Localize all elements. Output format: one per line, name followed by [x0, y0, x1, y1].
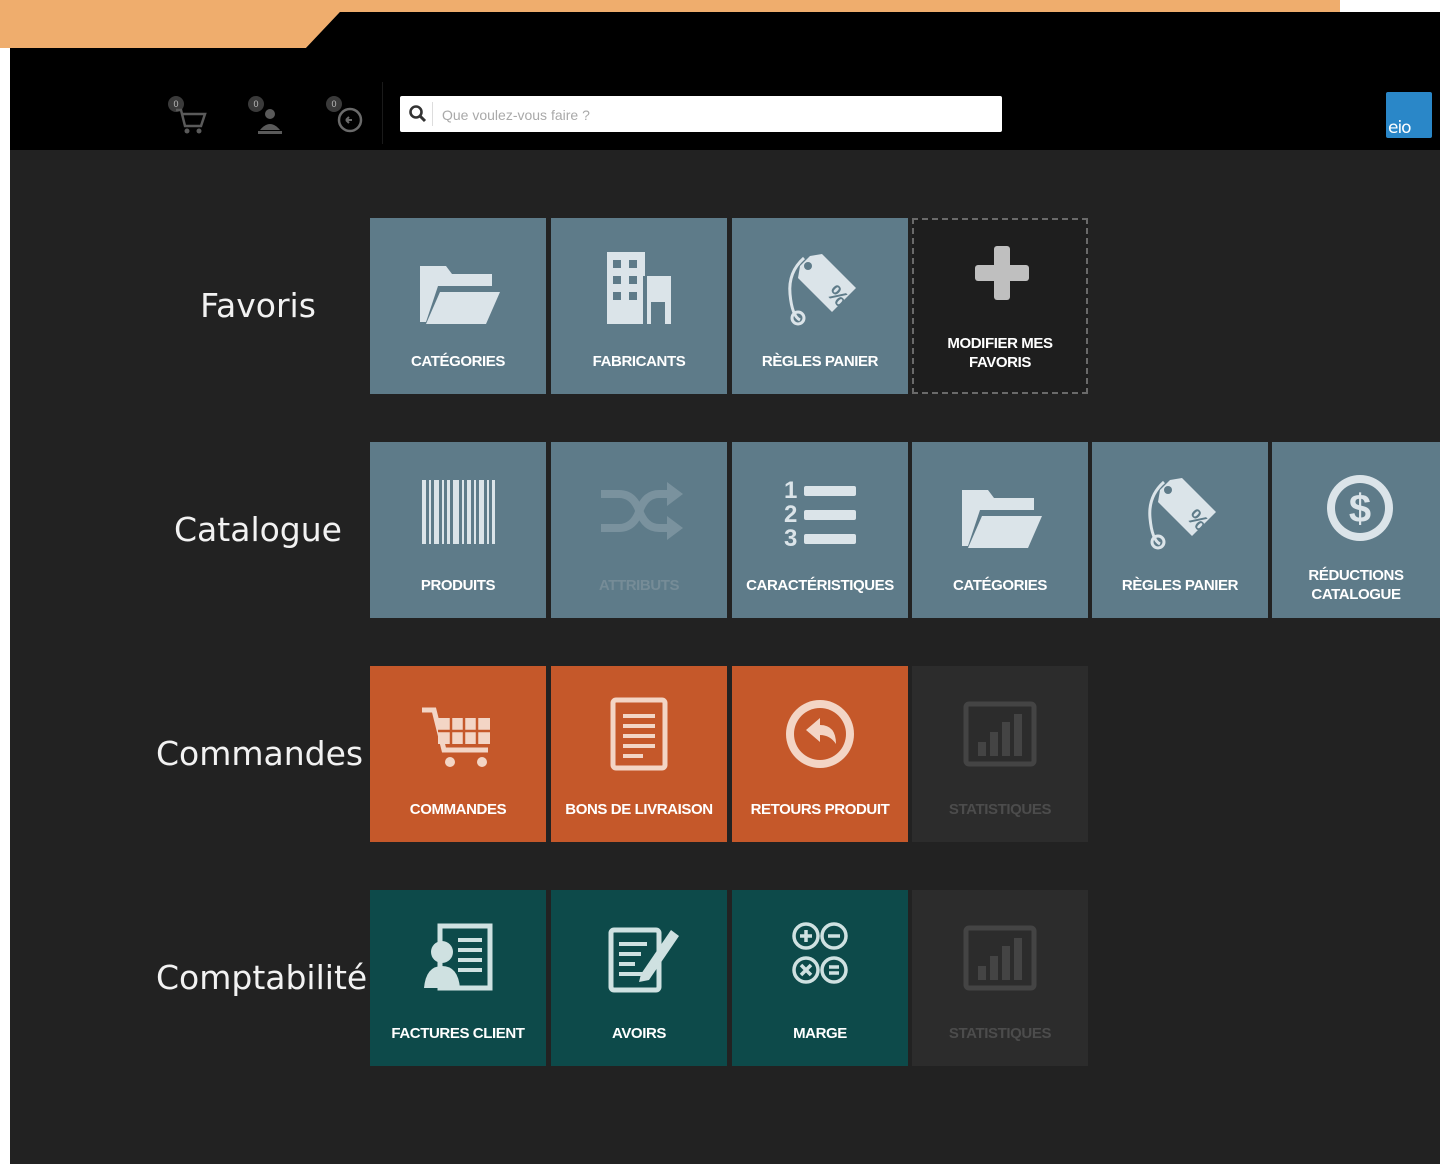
price-tag-icon: % [1148, 478, 1216, 550]
price-tag-icon: % [788, 254, 856, 326]
quick-customer-button[interactable]: 0 [248, 96, 292, 140]
document-icon [610, 697, 668, 771]
tile-label: AVOIRS [612, 1024, 666, 1042]
tile-label: RETOURS PRODUIT [750, 800, 890, 818]
tile-catalogue-caracteristiques[interactable]: 123 CARACTÉRISTIQUES [732, 442, 908, 618]
section-label-favoris: Favoris [200, 286, 316, 325]
tile-label: PRODUITS [420, 576, 496, 594]
tile-label: CATÉGORIES [952, 576, 1048, 594]
tile-label: CARACTÉRISTIQUES [746, 576, 894, 594]
toolbar-divider [382, 82, 383, 144]
search-input[interactable] [440, 100, 984, 130]
section-label-commandes: Commandes [156, 734, 364, 773]
tile-label: CATÉGORIES [410, 352, 506, 370]
tile-catalogue-reductions[interactable]: $ RÉDUCTIONS CATALOGUE [1272, 442, 1440, 618]
tile-label: STATISTIQUES [948, 800, 1052, 818]
quick-cart-button[interactable]: 0 [168, 96, 212, 140]
tile-label: RÉDUCTIONS CATALOGUE [1308, 567, 1404, 603]
tile-commandes-statistiques[interactable]: STATISTIQUES [912, 666, 1088, 842]
dashboard-screen: 0 0 0 Que voulez-vous faire ? eio Favori… [10, 12, 1440, 1164]
bar-chart-icon [963, 701, 1037, 767]
tile-comptabilite-statistiques[interactable]: STATISTIQUES [912, 890, 1088, 1066]
tile-label: MODIFIER MES FAVORIS [947, 335, 1053, 371]
tile-favoris-fabricants[interactable]: FABRICANTS [551, 218, 727, 394]
svg-text:1: 1 [784, 477, 797, 504]
search-divider [432, 102, 433, 126]
logo-text: eio [1388, 118, 1412, 138]
tile-label: RÈGLES PANIER [1121, 576, 1239, 594]
tile-label: STATISTIQUES [948, 1024, 1052, 1042]
tile-favoris-categories[interactable]: CATÉGORIES [370, 218, 546, 394]
numbered-list-icon: 123 [784, 477, 856, 552]
shuffle-icon [601, 482, 683, 540]
credit-note-icon [608, 927, 679, 993]
tile-label: BONS DE LIVRAISON [565, 800, 713, 818]
svg-text:2: 2 [784, 501, 797, 528]
tile-avoirs[interactable]: AVOIRS [551, 890, 727, 1066]
cart-icon [422, 707, 490, 767]
building-icon [607, 252, 671, 324]
tile-catalogue-regles-panier[interactable]: % RÈGLES PANIER [1092, 442, 1268, 618]
tile-label: FACTURES CLIENT [391, 1024, 525, 1042]
folder-icon [420, 266, 500, 324]
tile-retours-produit[interactable]: RETOURS PRODUIT [732, 666, 908, 842]
tile-modifier-favoris[interactable]: MODIFIER MES FAVORIS [912, 218, 1088, 394]
cart-icon [176, 108, 207, 134]
tile-label: FABRICANTS [592, 352, 686, 370]
return-arrow-icon [786, 700, 854, 768]
bar-chart-icon [963, 925, 1037, 991]
search-icon[interactable] [406, 102, 430, 126]
tile-marge[interactable]: MARGE [732, 890, 908, 1066]
tile-label: COMMANDES [409, 800, 507, 818]
quick-return-button[interactable]: 0 [326, 96, 370, 140]
tile-label: ATTRIBUTS [598, 576, 680, 594]
calculator-icon [792, 922, 848, 984]
svg-text:$: $ [1349, 487, 1371, 531]
tile-catalogue-attributs[interactable]: ATTRIBUTS [551, 442, 727, 618]
dollar-circle-icon: $ [1327, 475, 1393, 541]
section-label-catalogue: Catalogue [174, 510, 342, 549]
section-label-comptabilite: Comptabilité [156, 958, 368, 997]
svg-text:3: 3 [784, 525, 797, 552]
tile-favoris-regles-panier[interactable]: % RÈGLES PANIER [732, 218, 908, 394]
tile-factures-client[interactable]: FACTURES CLIENT [370, 890, 546, 1066]
folder-icon [962, 490, 1042, 548]
tile-label: RÈGLES PANIER [761, 352, 879, 370]
invoice-icon [424, 923, 493, 991]
search-bar [400, 96, 1002, 132]
return-icon [337, 107, 363, 133]
plus-icon [975, 246, 1029, 300]
tile-catalogue-categories[interactable]: CATÉGORIES [912, 442, 1088, 618]
app-logo[interactable]: eio [1386, 92, 1432, 138]
tile-label: MARGE [793, 1024, 847, 1042]
customer-icon [258, 109, 282, 134]
barcode-icon [422, 480, 495, 544]
tile-commandes[interactable]: COMMANDES [370, 666, 546, 842]
tile-catalogue-produits[interactable]: PRODUITS [370, 442, 546, 618]
tile-bons-de-livraison[interactable]: BONS DE LIVRAISON [551, 666, 727, 842]
